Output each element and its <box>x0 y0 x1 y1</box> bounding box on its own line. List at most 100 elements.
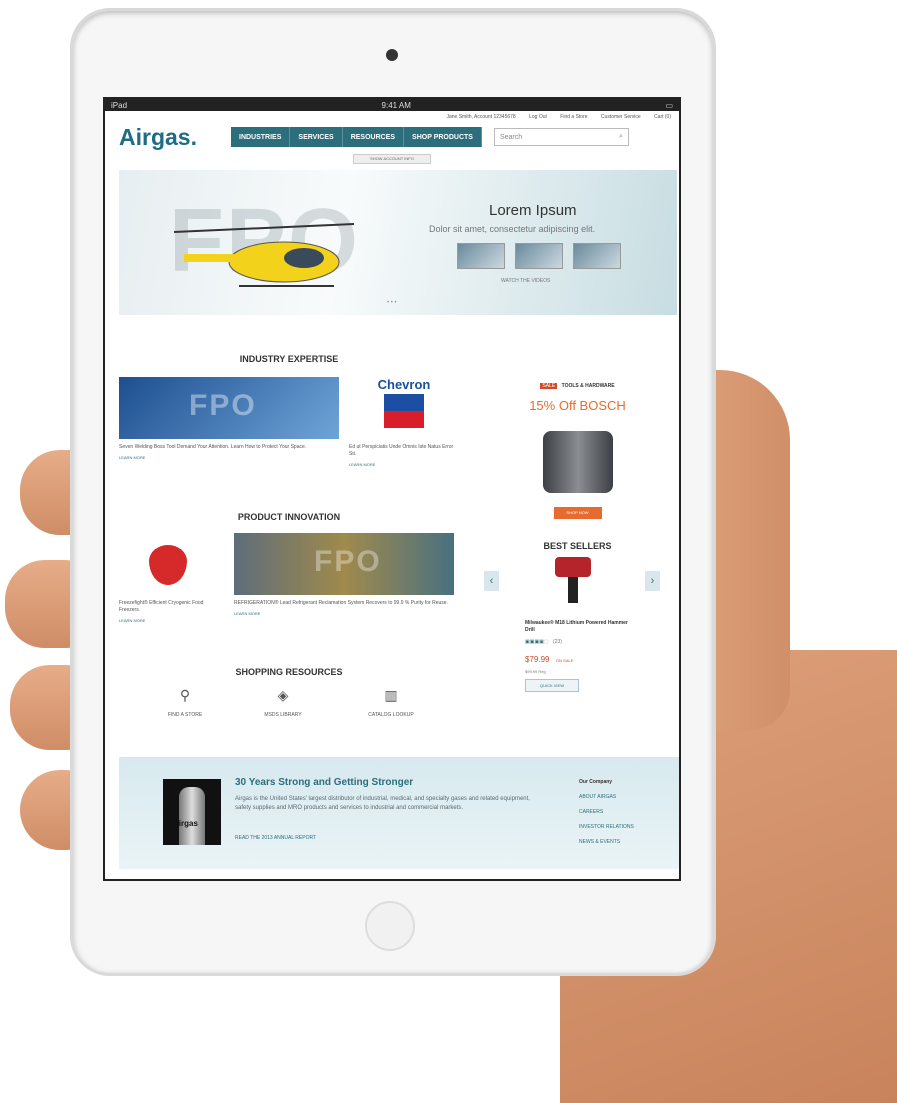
industry-section-title: INDUSTRY EXPERTISE <box>119 354 459 364</box>
worker-image: FPO <box>234 533 454 595</box>
news-events-link[interactable]: NEWS & EVENTS <box>579 839 634 845</box>
carousel-dots[interactable]: • • • <box>387 300 397 306</box>
resource-catalog-lookup[interactable]: ▥ CATALOG LOOKUP <box>351 687 431 719</box>
footer-text: Airgas is the United States' largest dis… <box>235 796 530 811</box>
empty-star-icon: ▢ <box>543 639 549 645</box>
promo-title: 15% Off BOSCH <box>529 398 626 413</box>
video-thumb-3[interactable] <box>573 243 621 269</box>
carousel-prev-arrow[interactable]: ‹ <box>484 571 499 591</box>
drill-icon <box>555 557 591 577</box>
main-nav: INDUSTRIES SERVICES RESOURCES SHOP PRODU… <box>231 127 482 147</box>
drill-handle <box>568 577 578 603</box>
promo-category: TOOLS & HARDWARE <box>561 383 615 389</box>
cylinder-icon <box>179 787 205 845</box>
footer-title: 30 Years Strong and Getting Stronger <box>235 777 414 788</box>
innovation-title: PRODUCT INNOVATION <box>237 512 341 522</box>
resource-msds-library[interactable]: ◈ MSDS LIBRARY <box>243 687 323 719</box>
msds-library-label: MSDS LIBRARY <box>264 712 302 718</box>
customer-service-link[interactable]: Customer Service <box>601 114 641 120</box>
best-sellers-title: BEST SELLERS <box>543 541 612 551</box>
hero-title: Lorem Ipsum <box>489 202 577 219</box>
industry-card-2[interactable]: Chevron Ed ut Perspiciatis Unde Omnis Is… <box>349 377 459 467</box>
hero-subtitle: Dolor sit amet, consectetur adipiscing e… <box>429 224 596 234</box>
industry-caption-1: Seven Welding Boss Tool Demand Your Atte… <box>119 444 307 450</box>
device-label: iPad <box>111 100 128 110</box>
careers-link[interactable]: CAREERS <box>579 809 634 815</box>
quick-view-button[interactable]: QUICK VIEW <box>525 679 579 692</box>
footer-banner: Airgas 30 Years Strong and Getting Stron… <box>119 757 679 869</box>
strawberry-image <box>119 533 224 595</box>
regular-price: $99.99 Reg <box>525 669 546 674</box>
bosch-tool-image <box>523 421 633 499</box>
airgas-logo[interactable]: Airgas. <box>119 124 231 151</box>
drill-image <box>555 557 595 607</box>
annual-report-link[interactable]: READ THE 2013 ANNUAL REPORT <box>235 835 316 841</box>
watch-videos-link[interactable]: WATCH THE VIDEOS <box>501 278 550 284</box>
account-name[interactable]: Jane Smith, Account 12345678 <box>446 114 515 120</box>
camera <box>386 49 398 61</box>
innovation-card-2[interactable]: FPO REFRIGERATION® Lead Refrigerant Recl… <box>234 533 454 616</box>
home-button[interactable] <box>365 901 415 951</box>
innovation-card-1[interactable]: Freezefight® Efficient Cryogenic Food Fr… <box>119 533 224 623</box>
search-input[interactable]: Search ⌕ <box>493 128 629 146</box>
innovation-caption-2: REFRIGERATION® Lead Refrigerant Reclamat… <box>234 600 448 606</box>
find-store-link[interactable]: Find a Store <box>560 114 587 120</box>
logout-link[interactable]: Log Out <box>529 114 547 120</box>
nav-services[interactable]: SERVICES <box>290 127 343 147</box>
utility-links: Jane Smith, Account 12345678 Log Out Fin… <box>105 111 679 120</box>
search-placeholder: Search <box>499 133 523 141</box>
router-icon <box>542 431 613 493</box>
tag-icon: ◈ <box>277 687 289 703</box>
nav-industries[interactable]: INDUSTRIES <box>231 127 291 147</box>
industry-title: INDUSTRY EXPERTISE <box>239 354 339 364</box>
about-airgas-link[interactable]: ABOUT AIRGAS <box>579 794 634 800</box>
nav-shop-products[interactable]: SHOP PRODUCTS <box>404 127 482 147</box>
cart-link[interactable]: Cart (0) <box>654 114 671 120</box>
status-time: 9:41 AM <box>381 100 411 110</box>
video-thumb-1[interactable] <box>457 243 505 269</box>
sale-price: $79.99 <box>525 655 550 664</box>
battery-icon: ▭ <box>665 100 673 110</box>
learn-more-link[interactable]: LEARN MORE <box>349 462 459 467</box>
resource-find-store[interactable]: ⚲ FIND A STORE <box>145 687 225 719</box>
company-title: Our Company <box>579 779 613 785</box>
company-links: Our Company ABOUT AIRGAS CAREERS INVESTO… <box>579 779 634 854</box>
search-icon[interactable]: ⌕ <box>619 133 623 141</box>
chevron-logo: Chevron <box>349 377 459 439</box>
star-rating-icon: ▣▣▣▣ <box>525 639 544 645</box>
hero-banner[interactable]: FPO Lorem Ipsum Dolor sit amet, consecte… <box>119 170 677 315</box>
industry-caption-2: Ed ut Perspiciatis Unde Omnis Iste Natus… <box>349 444 454 457</box>
innovation-section-title: PRODUCT INNOVATION <box>119 512 459 522</box>
cylinder-label: Airgas <box>173 819 198 828</box>
header: Airgas. INDUSTRIES SERVICES RESOURCES SH… <box>105 120 679 152</box>
right-column: SALE TOOLS & HARDWARE 15% Off BOSCH SHOP… <box>484 374 670 692</box>
carousel-next-arrow[interactable]: › <box>645 571 660 591</box>
open-book-icon: ▥ <box>384 687 398 703</box>
chevron-logo-text: Chevron <box>377 377 431 392</box>
chevron-shield-icon <box>384 394 424 428</box>
rating-row: ▣▣▣▣▢ (23) <box>525 639 670 645</box>
account-info-toggle[interactable]: SHOW ACCOUNT INFO <box>353 154 431 164</box>
status-bar: iPad 9:41 AM ▭ <box>105 99 679 111</box>
resources-title: SHOPPING RESOURCES <box>235 667 343 677</box>
nav-resources[interactable]: RESOURCES <box>343 127 405 147</box>
promo-header: SALE TOOLS & HARDWARE <box>485 374 670 392</box>
video-thumb-2[interactable] <box>515 243 563 269</box>
investor-relations-link[interactable]: INVESTOR RELATIONS <box>579 824 634 830</box>
learn-more-link[interactable]: LEARN MORE <box>119 618 224 623</box>
best-sellers-carousel: ‹ › <box>484 557 670 612</box>
screen: iPad 9:41 AM ▭ Jane Smith, Account 12345… <box>103 97 681 881</box>
learn-more-link[interactable]: LEARN MORE <box>119 455 339 460</box>
catalog-lookup-label: CATALOG LOOKUP <box>368 712 414 718</box>
fpo-watermark: FPO <box>189 389 257 422</box>
strawberry-icon <box>149 545 187 585</box>
learn-more-link[interactable]: LEARN MORE <box>234 611 454 616</box>
shop-now-button[interactable]: SHOP NOW <box>553 507 602 519</box>
gas-cylinder-image: Airgas <box>163 779 221 845</box>
product-name[interactable]: Milwaukee® M18 Lithium Powered Hammer Dr… <box>525 620 635 634</box>
on-sale-label: ON SALE <box>555 658 574 663</box>
sale-badge: SALE <box>540 383 558 389</box>
price-row: $79.99 ON SALE <box>525 649 670 667</box>
industry-card-1[interactable]: FPO Seven Welding Boss Tool Demand Your … <box>119 377 339 460</box>
resources-section-title: SHOPPING RESOURCES <box>119 667 459 677</box>
